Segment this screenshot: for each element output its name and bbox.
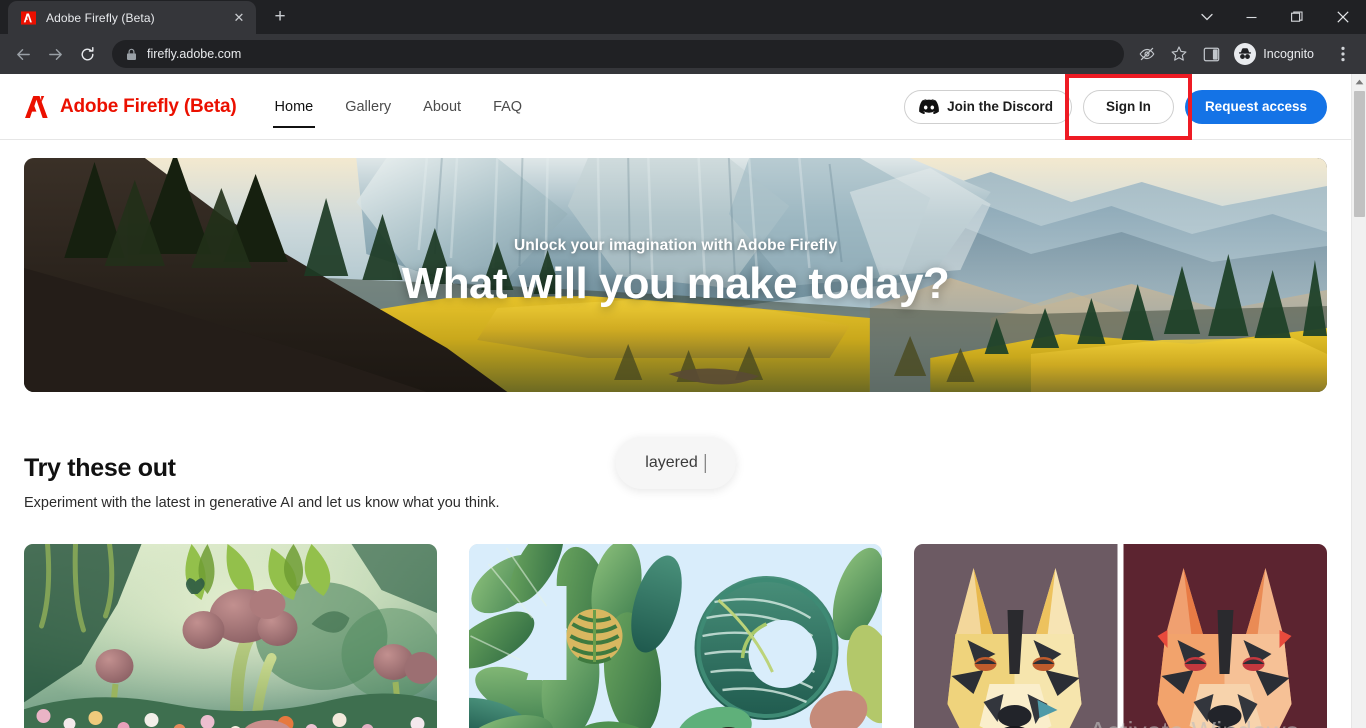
site-header: Adobe Firefly (Beta) Home Gallery About … bbox=[0, 74, 1351, 140]
text-effects-card[interactable] bbox=[469, 544, 882, 728]
nav-item-home[interactable]: Home bbox=[259, 74, 330, 139]
brand-logo[interactable]: Adobe Firefly (Beta) bbox=[24, 95, 237, 119]
nav-item-gallery[interactable]: Gallery bbox=[329, 74, 407, 139]
address-bar-url: firefly.adobe.com bbox=[147, 47, 242, 61]
feature-cards bbox=[24, 544, 1327, 728]
maximize-icon[interactable] bbox=[1274, 0, 1320, 34]
adobe-logo-icon bbox=[24, 95, 51, 119]
hero-kicker: Unlock your imagination with Adobe Firef… bbox=[513, 237, 838, 254]
scroll-up-arrow-icon[interactable] bbox=[1352, 74, 1366, 89]
text-to-image-card[interactable] bbox=[24, 544, 437, 728]
discord-icon bbox=[919, 99, 940, 114]
prompt-value: layered bbox=[645, 454, 698, 471]
prompt-input[interactable]: layered bbox=[615, 437, 736, 489]
browser-window: Adobe Firefly (Beta) ✕ + firefly.adobe.c… bbox=[0, 0, 1366, 728]
page-viewport: Adobe Firefly (Beta) Home Gallery About … bbox=[0, 74, 1366, 728]
lock-icon bbox=[126, 48, 137, 61]
sign-in-button[interactable]: Sign In bbox=[1082, 89, 1174, 124]
nav-item-about[interactable]: About bbox=[407, 74, 477, 139]
address-bar[interactable]: firefly.adobe.com bbox=[112, 40, 1125, 68]
nav-item-faq[interactable]: FAQ bbox=[477, 74, 538, 139]
main-nav: Home Gallery About FAQ bbox=[259, 74, 539, 139]
browser-toolbar: firefly.adobe.com Incognito bbox=[0, 34, 1366, 74]
toolbar-right-actions: Incognito bbox=[1132, 39, 1358, 69]
hero-section: Unlock your imagination with Adobe Firef… bbox=[0, 140, 1351, 392]
firefly-page: Adobe Firefly (Beta) Home Gallery About … bbox=[0, 74, 1351, 728]
hero-banner[interactable]: Unlock your imagination with Adobe Firef… bbox=[24, 158, 1327, 392]
side-panel-icon[interactable] bbox=[1196, 39, 1226, 69]
eye-slash-icon[interactable] bbox=[1132, 39, 1162, 69]
join-discord-label: Join the Discord bbox=[947, 99, 1053, 114]
recolor-vectors-card[interactable] bbox=[914, 544, 1327, 728]
back-icon[interactable] bbox=[8, 39, 38, 69]
window-close-icon[interactable] bbox=[1320, 0, 1366, 34]
hero-text-overlay: Unlock your imagination with Adobe Firef… bbox=[24, 158, 1327, 392]
tab-strip: Adobe Firefly (Beta) ✕ + bbox=[0, 0, 1366, 34]
section-subtitle: Experiment with the latest in generative… bbox=[24, 495, 500, 511]
page-scrollbar[interactable] bbox=[1351, 74, 1366, 728]
header-actions: Join the Discord Sign In Request access bbox=[904, 74, 1327, 140]
adobe-logo-icon bbox=[20, 10, 37, 26]
reload-icon[interactable] bbox=[72, 39, 102, 69]
tab-title: Adobe Firefly (Beta) bbox=[46, 10, 155, 25]
incognito-label: Incognito bbox=[1263, 47, 1314, 61]
kebab-menu-icon[interactable] bbox=[1328, 39, 1358, 69]
incognito-profile-button[interactable]: Incognito bbox=[1230, 40, 1326, 68]
minimize-icon[interactable] bbox=[1228, 0, 1274, 34]
close-icon[interactable]: ✕ bbox=[230, 9, 248, 27]
forward-icon[interactable] bbox=[40, 39, 70, 69]
chevron-down-icon[interactable] bbox=[1186, 0, 1228, 34]
scrollbar-thumb[interactable] bbox=[1354, 91, 1365, 217]
browser-tab[interactable]: Adobe Firefly (Beta) ✕ bbox=[8, 1, 256, 34]
text-caret bbox=[704, 453, 706, 473]
sign-in-wrapper: Sign In bbox=[1064, 74, 1192, 140]
try-these-out-section: Try these out Experiment with the latest… bbox=[0, 454, 1351, 728]
window-controls bbox=[1186, 0, 1366, 34]
new-tab-button[interactable]: + bbox=[266, 3, 294, 31]
join-discord-button[interactable]: Join the Discord bbox=[904, 89, 1072, 124]
star-icon[interactable] bbox=[1164, 39, 1194, 69]
brand-name: Adobe Firefly (Beta) bbox=[60, 95, 237, 117]
hero-title: What will you make today? bbox=[401, 259, 950, 308]
incognito-icon bbox=[1234, 43, 1257, 65]
request-access-button[interactable]: Request access bbox=[1184, 89, 1327, 124]
